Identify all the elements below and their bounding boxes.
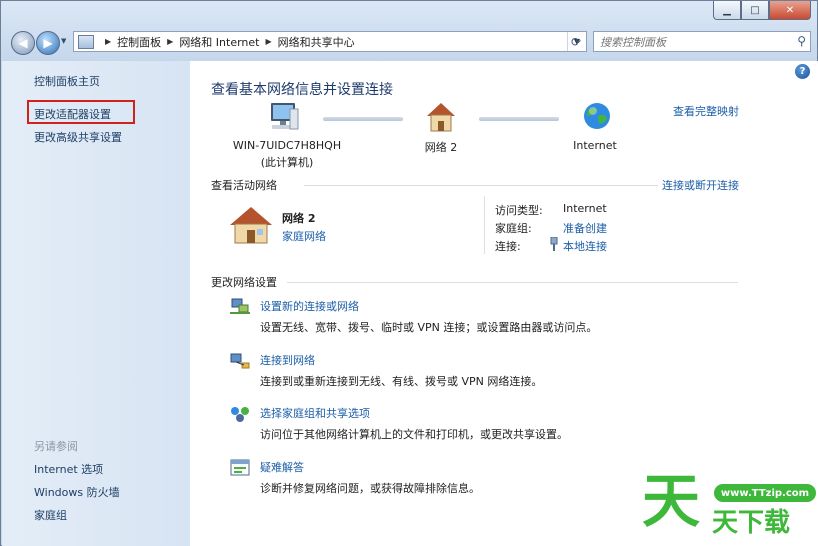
- troubleshoot-link[interactable]: 疑难解答: [260, 459, 304, 475]
- homegroup-label: 家庭组:: [495, 222, 532, 235]
- breadcrumb-separator-icon[interactable]: ▶: [105, 37, 111, 46]
- computer-node-sub: (此计算机): [260, 156, 314, 169]
- sidebar-item-control-panel-home[interactable]: 控制面板主页: [34, 73, 100, 89]
- local-connection-link[interactable]: 本地连接: [563, 238, 607, 254]
- sidebar-item-change-adapter-settings[interactable]: 更改适配器设置: [34, 106, 111, 122]
- minimize-button[interactable]: ▁: [713, 1, 741, 20]
- help-icon[interactable]: ?: [795, 64, 810, 79]
- breadcrumb-network-sharing-center[interactable]: 网络和共享中心: [278, 34, 355, 50]
- breadcrumb: ▶ 控制面板 ▶ 网络和 Internet ▶ 网络和共享中心: [99, 34, 355, 50]
- connect-network-icon: [230, 353, 250, 369]
- connect-disconnect-link[interactable]: 连接或断开连接: [662, 177, 739, 193]
- search-box[interactable]: ⚲: [593, 31, 811, 52]
- troubleshoot-icon: [230, 459, 250, 476]
- computer-node-name: WIN-7UIDC7H8HQH: [232, 139, 342, 152]
- view-full-map-link[interactable]: 查看完整映射: [673, 103, 739, 119]
- title-bar: ▁ □ ✕: [1, 1, 817, 23]
- active-network-name: 网络 2: [282, 212, 316, 225]
- internet-node-name: Internet: [573, 139, 617, 152]
- network-type-link[interactable]: 家庭网络: [282, 228, 326, 244]
- access-type-value: Internet: [563, 202, 607, 215]
- watermark-text: 天下载: [712, 508, 791, 538]
- map-connector: [479, 117, 559, 121]
- breadcrumb-network-internet[interactable]: 网络和 Internet: [179, 34, 259, 50]
- sidebar-item-windows-firewall[interactable]: Windows 防火墙: [34, 484, 120, 500]
- breadcrumb-control-panel[interactable]: 控制面板: [117, 34, 161, 50]
- see-also-title: 另请参阅: [34, 440, 78, 453]
- setup-new-connection-desc: 设置无线、宽带、拨号、临时或 VPN 连接；或设置路由器或访问点。: [260, 321, 598, 334]
- section-divider: [287, 282, 738, 283]
- window-controls: ▁ □ ✕: [713, 1, 811, 20]
- sidebar-item-advanced-sharing[interactable]: 更改高级共享设置: [34, 129, 122, 145]
- sidebar-item-homegroup[interactable]: 家庭组: [34, 507, 67, 523]
- page-title: 查看基本网络信息并设置连接: [211, 82, 393, 98]
- active-networks-title: 查看活动网络: [211, 179, 277, 192]
- left-pane: 控制面板主页 更改适配器设置 更改高级共享设置 另请参阅 Internet 选项…: [2, 61, 190, 546]
- watermark-big-char: 天: [642, 467, 701, 535]
- search-input[interactable]: [598, 33, 782, 52]
- search-icon[interactable]: ⚲: [797, 34, 806, 48]
- globe-icon[interactable]: [582, 101, 612, 131]
- change-settings-title: 更改网络设置: [211, 276, 277, 289]
- connection-label: 连接:: [495, 240, 521, 253]
- section-divider: [304, 185, 658, 186]
- forward-button[interactable]: ▶: [36, 31, 60, 55]
- house-icon: [230, 207, 272, 244]
- navigation-bar: ◀ ▶ ▼ ▶ 控制面板 ▶ 网络和 Internet ▶ 网络和共享中心 ▼ …: [1, 27, 817, 57]
- house-icon[interactable]: [426, 101, 456, 133]
- connect-to-network-link[interactable]: 连接到网络: [260, 352, 315, 368]
- ethernet-icon: [550, 237, 558, 251]
- homegroup-icon: [231, 407, 249, 422]
- setup-new-connection-link[interactable]: 设置新的连接或网络: [260, 298, 359, 314]
- connect-to-network-desc: 连接到或重新连接到无线、有线、拨号或 VPN 网络连接。: [260, 375, 543, 388]
- network-node-name: 网络 2: [424, 141, 458, 154]
- sidebar-item-internet-options[interactable]: Internet 选项: [34, 461, 103, 477]
- breadcrumb-separator-icon[interactable]: ▶: [167, 37, 173, 46]
- vertical-divider: [484, 196, 485, 254]
- troubleshoot-desc: 诊断并修复网络问题，或获得故障排除信息。: [260, 482, 480, 495]
- breadcrumb-separator-icon[interactable]: ▶: [266, 37, 272, 46]
- back-button[interactable]: ◀: [11, 31, 35, 55]
- computer-icon[interactable]: [266, 101, 300, 133]
- watermark-url: www.TTzip.com: [714, 484, 816, 502]
- watermark-logo: 天 www.TTzip.com 天下载: [640, 468, 818, 546]
- address-bar[interactable]: ▶ 控制面板 ▶ 网络和 Internet ▶ 网络和共享中心 ▼: [73, 31, 587, 52]
- homegroup-ready-link[interactable]: 准备创建: [563, 220, 607, 236]
- maximize-button[interactable]: □: [741, 1, 769, 20]
- recent-pages-dropdown-icon[interactable]: ▼: [61, 37, 66, 45]
- control-panel-icon: [78, 34, 94, 49]
- access-type-label: 访问类型:: [495, 204, 543, 217]
- map-connector: [323, 117, 403, 121]
- close-button[interactable]: ✕: [769, 1, 811, 20]
- refresh-icon[interactable]: ⟳: [566, 31, 586, 52]
- homegroup-sharing-link[interactable]: 选择家庭组和共享选项: [260, 405, 370, 421]
- new-connection-icon: [230, 298, 250, 314]
- control-panel-window: ▁ □ ✕ ◀ ▶ ▼ ▶ 控制面板 ▶ 网络和 Internet ▶ 网络和共…: [0, 0, 818, 546]
- homegroup-sharing-desc: 访问位于其他网络计算机上的文件和打印机，或更改共享设置。: [260, 428, 568, 441]
